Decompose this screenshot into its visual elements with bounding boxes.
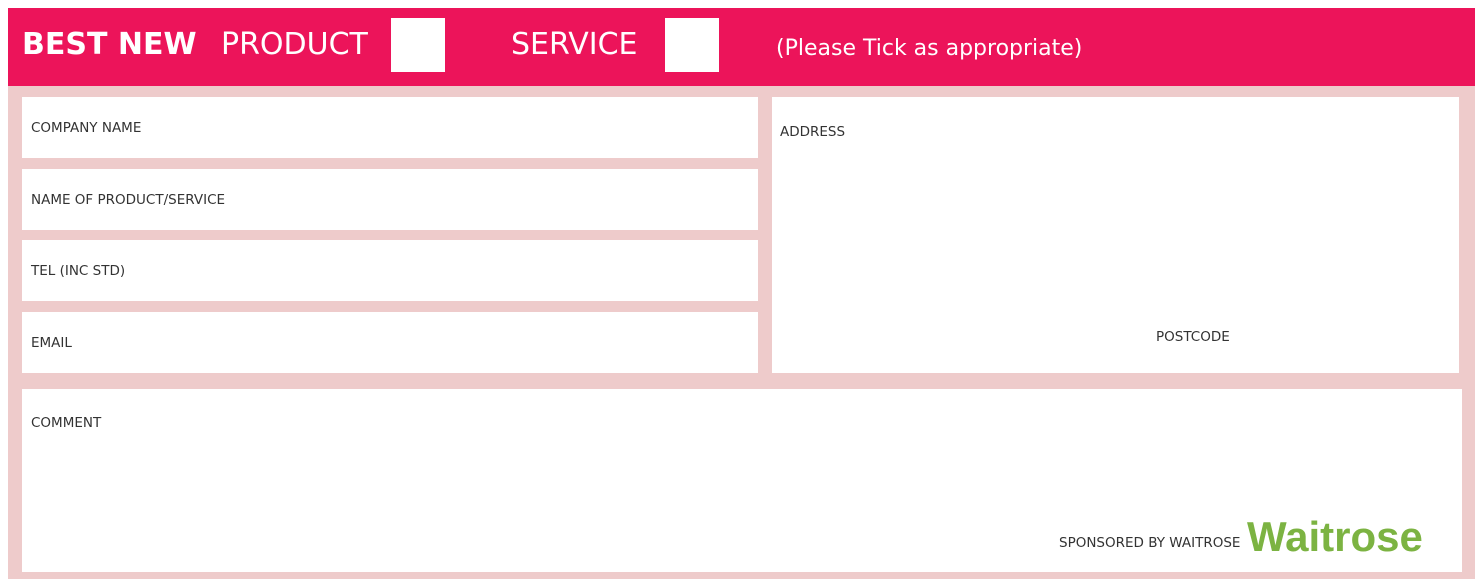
comment-label: COMMENT xyxy=(31,415,102,431)
email-label: EMAIL xyxy=(31,335,72,351)
product-service-name-field[interactable]: NAME OF PRODUCT/SERVICE xyxy=(22,169,758,230)
address-label: ADDRESS xyxy=(780,124,846,140)
tel-field[interactable]: TEL (INC STD) xyxy=(22,240,758,301)
product-service-name-label: NAME OF PRODUCT/SERVICE xyxy=(31,192,226,208)
tel-label: TEL (INC STD) xyxy=(31,263,126,279)
entry-form: BEST NEW PRODUCT SERVICE (Please Tick as… xyxy=(8,8,1475,579)
comment-field[interactable]: COMMENT SPONSORED BY WAITROSE Waitrose xyxy=(22,389,1462,572)
address-field[interactable]: ADDRESS POSTCODE xyxy=(772,97,1459,373)
company-name-label: COMPANY NAME xyxy=(31,120,142,136)
sponsor-text: SPONSORED BY WAITROSE xyxy=(1059,535,1241,551)
header-product-label: PRODUCT xyxy=(221,27,368,62)
email-field[interactable]: EMAIL xyxy=(22,312,758,373)
header-best-new: BEST NEW xyxy=(22,27,197,62)
company-name-field[interactable]: COMPANY NAME xyxy=(22,97,758,158)
header-service-label: SERVICE xyxy=(511,27,638,62)
form-header: BEST NEW PRODUCT SERVICE (Please Tick as… xyxy=(8,8,1475,86)
service-tick-box[interactable] xyxy=(665,18,719,72)
waitrose-logo: Waitrose xyxy=(1247,513,1423,560)
postcode-label: POSTCODE xyxy=(1156,329,1230,345)
header-tick-note: (Please Tick as appropriate) xyxy=(776,36,1083,61)
product-tick-box[interactable] xyxy=(391,18,445,72)
